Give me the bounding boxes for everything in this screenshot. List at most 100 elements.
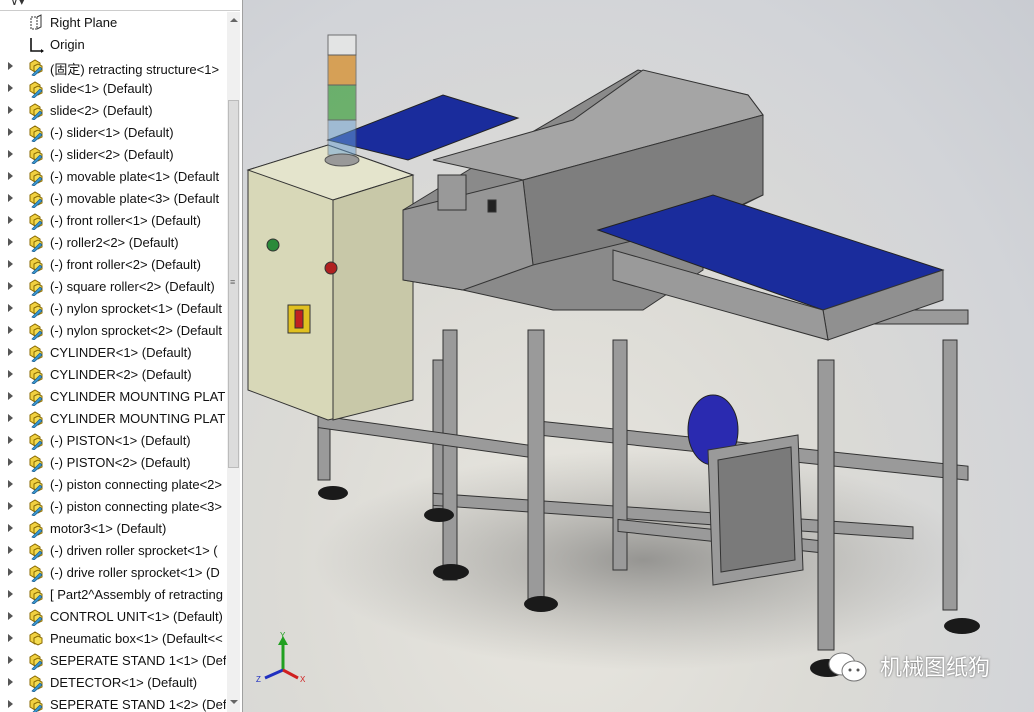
tree-item[interactable]: [ Part2^Assembly of retracting bbox=[0, 584, 226, 606]
tree-item[interactable]: (-) movable plate<1> (Default bbox=[0, 166, 226, 188]
expand-arrow-icon[interactable] bbox=[8, 260, 13, 268]
tree-item[interactable]: Right Plane bbox=[0, 12, 226, 34]
scroll-down-arrow[interactable] bbox=[230, 700, 238, 704]
view-triad: Y Z X bbox=[256, 631, 306, 684]
subassembly-icon bbox=[27, 256, 45, 275]
tree-item[interactable]: Origin bbox=[0, 34, 226, 56]
subassembly-icon bbox=[27, 58, 45, 77]
tree-item-label: Right Plane bbox=[50, 15, 118, 30]
tree-item-label: (-) driven roller sprocket<1> ( bbox=[50, 543, 218, 558]
triad-z-label: Z bbox=[256, 675, 261, 684]
tree-item[interactable]: CYLINDER MOUNTING PLATE bbox=[0, 408, 226, 430]
display-screen bbox=[437, 174, 467, 211]
expand-arrow-icon[interactable] bbox=[8, 348, 13, 356]
tree-item[interactable]: (-) drive roller sprocket<1> (D bbox=[0, 562, 226, 584]
expand-arrow-icon[interactable] bbox=[8, 700, 13, 708]
tree-item[interactable]: (-) piston connecting plate<3> bbox=[0, 496, 226, 518]
expand-arrow-icon[interactable] bbox=[8, 634, 13, 642]
expand-arrow-icon[interactable] bbox=[8, 238, 13, 246]
tree-item-label: Origin bbox=[50, 37, 85, 52]
red-button bbox=[324, 261, 338, 275]
tree-item[interactable]: (-) front roller<2> (Default) bbox=[0, 254, 226, 276]
expand-arrow-icon[interactable] bbox=[8, 678, 13, 686]
tree-item-label: [ Part2^Assembly of retracting bbox=[50, 587, 223, 602]
expand-arrow-icon[interactable] bbox=[8, 62, 13, 70]
tree-item[interactable]: (-) slider<1> (Default) bbox=[0, 122, 226, 144]
filter-icon[interactable]: ⊽▾ bbox=[10, 0, 25, 8]
expand-arrow-icon[interactable] bbox=[8, 326, 13, 334]
tree-item-label: (-) nylon sprocket<1> (Default bbox=[50, 301, 222, 316]
subassembly-icon bbox=[27, 124, 45, 143]
expand-arrow-icon[interactable] bbox=[8, 568, 13, 576]
stack-light bbox=[324, 34, 360, 167]
expand-arrow-icon[interactable] bbox=[8, 392, 13, 400]
tree-item[interactable]: CONTROL UNIT<1> (Default) bbox=[0, 606, 226, 628]
expand-arrow-icon[interactable] bbox=[8, 216, 13, 224]
tree-item[interactable]: (-) PISTON<1> (Default) bbox=[0, 430, 226, 452]
tree-item[interactable]: (-) movable plate<3> (Default bbox=[0, 188, 226, 210]
subassembly-icon bbox=[27, 696, 45, 712]
tree-item[interactable]: (-) piston connecting plate<2> bbox=[0, 474, 226, 496]
subassembly-icon bbox=[27, 366, 45, 385]
expand-arrow-icon[interactable] bbox=[8, 106, 13, 114]
subassembly-icon bbox=[27, 674, 45, 693]
tree-filter-bar: ⊽▾ bbox=[0, 0, 240, 11]
expand-arrow-icon[interactable] bbox=[8, 656, 13, 664]
tree-item[interactable]: Pneumatic box<1> (Default<< bbox=[0, 628, 226, 650]
expand-arrow-icon[interactable] bbox=[8, 194, 13, 202]
subassembly-icon bbox=[27, 542, 45, 561]
tree-item[interactable]: CYLINDER MOUNTING PLATE bbox=[0, 386, 226, 408]
expand-arrow-icon[interactable] bbox=[8, 458, 13, 466]
tree-item[interactable]: motor3<1> (Default) bbox=[0, 518, 226, 540]
expand-arrow-icon[interactable] bbox=[8, 480, 13, 488]
tree-item[interactable]: slide<1> (Default) bbox=[0, 78, 226, 100]
subassembly-icon bbox=[27, 388, 45, 407]
tree-item[interactable]: slide<2> (Default) bbox=[0, 100, 226, 122]
expand-arrow-icon[interactable] bbox=[8, 304, 13, 312]
tree-item-label: motor3<1> (Default) bbox=[50, 521, 167, 536]
expand-arrow-icon[interactable] bbox=[8, 128, 13, 136]
expand-arrow-icon[interactable] bbox=[8, 282, 13, 290]
expand-arrow-icon[interactable] bbox=[8, 414, 13, 422]
tree-item-label: DETECTOR<1> (Default) bbox=[50, 675, 198, 690]
green-button bbox=[266, 238, 280, 252]
expand-arrow-icon[interactable] bbox=[8, 502, 13, 510]
tree-item[interactable]: (-) nylon sprocket<1> (Default bbox=[0, 298, 226, 320]
expand-arrow-icon[interactable] bbox=[8, 436, 13, 444]
expand-arrow-icon[interactable] bbox=[8, 370, 13, 378]
subassembly-icon bbox=[27, 432, 45, 451]
tree-item[interactable]: (-) slider<2> (Default) bbox=[0, 144, 226, 166]
tree-item[interactable]: SEPERATE STAND 1<1> (Defa bbox=[0, 650, 226, 672]
subassembly-icon bbox=[27, 344, 45, 363]
subassembly-icon bbox=[27, 564, 45, 583]
tree-item[interactable]: (-) driven roller sprocket<1> ( bbox=[0, 540, 226, 562]
triad-x-label: X bbox=[300, 675, 306, 684]
tree-item-label: CYLINDER<1> (Default) bbox=[50, 345, 192, 360]
expand-arrow-icon[interactable] bbox=[8, 150, 13, 158]
expand-arrow-icon[interactable] bbox=[8, 612, 13, 620]
scroll-up-arrow[interactable] bbox=[230, 18, 238, 22]
tree-item[interactable]: (-) nylon sprocket<2> (Default bbox=[0, 320, 226, 342]
subassembly-icon bbox=[27, 80, 45, 99]
tree-scrollbar[interactable]: ≡ bbox=[227, 12, 240, 712]
tree-item[interactable]: (-) front roller<1> (Default) bbox=[0, 210, 226, 232]
tree-item[interactable]: SEPERATE STAND 1<2> (Defa bbox=[0, 694, 226, 712]
tree-item[interactable]: DETECTOR<1> (Default) bbox=[0, 672, 226, 694]
subassembly-icon bbox=[27, 300, 45, 319]
expand-arrow-icon[interactable] bbox=[8, 172, 13, 180]
tree-item[interactable]: CYLINDER<2> (Default) bbox=[0, 364, 226, 386]
tree-item[interactable]: (固定) retracting structure<1> bbox=[0, 56, 226, 78]
tree-item[interactable]: (-) square roller<2> (Default) bbox=[0, 276, 226, 298]
expand-arrow-icon[interactable] bbox=[8, 546, 13, 554]
tree-item[interactable]: (-) PISTON<2> (Default) bbox=[0, 452, 226, 474]
tree-item[interactable]: (-) roller2<2> (Default) bbox=[0, 232, 226, 254]
expand-arrow-icon[interactable] bbox=[8, 590, 13, 598]
expand-arrow-icon[interactable] bbox=[8, 524, 13, 532]
tree-item-label: SEPERATE STAND 1<1> (Defa bbox=[50, 653, 226, 668]
tree-item-label: (-) nylon sprocket<2> (Default bbox=[50, 323, 222, 338]
expand-arrow-icon[interactable] bbox=[8, 84, 13, 92]
tree-item-label: (-) square roller<2> (Default) bbox=[50, 279, 215, 294]
graphics-viewport[interactable]: Y Z X bbox=[243, 0, 1034, 712]
tree-item[interactable]: CYLINDER<1> (Default) bbox=[0, 342, 226, 364]
tree-item-label: CYLINDER MOUNTING PLATE bbox=[50, 389, 226, 404]
